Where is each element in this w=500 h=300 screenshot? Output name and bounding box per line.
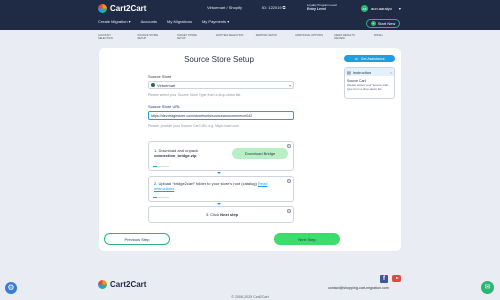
footer-logo[interactable]: Cart2Cart <box>98 280 146 289</box>
step-mapping-setup[interactable]: Mapping Setup <box>256 34 284 40</box>
nav-accounts[interactable]: Accounts <box>141 19 157 24</box>
user-name: aun.aaralyo <box>371 6 392 11</box>
chevron-down-icon: ▾ <box>398 6 401 11</box>
start-new-button[interactable]: + Start New <box>366 19 400 28</box>
page-title: Source Store Setup <box>184 55 254 64</box>
gear-icon[interactable]: ⚙ <box>5 282 17 294</box>
top-bar: Cart2Cart Create Migration ▾ Accounts My … <box>0 0 500 30</box>
previous-step-button[interactable]: Previous Step <box>104 233 170 245</box>
bridge-progress <box>153 197 169 198</box>
nav-create-migration[interactable]: Create Migration ▾ <box>98 19 131 24</box>
contact-email[interactable]: contact@shopping-cart-migration.com <box>328 286 389 290</box>
store-info: Virtuemart / Shopify <box>207 5 243 10</box>
instruction-panel: ▤ Instruction × Source Cart Please selec… <box>344 67 395 99</box>
bridge-progress <box>153 166 169 167</box>
chat-icon[interactable]: ✉ <box>481 281 494 294</box>
source-url-input[interactable]: https://dev.magestore.com/storefronts/so… <box>148 111 294 120</box>
youtube-icon[interactable] <box>392 275 401 282</box>
migration-id: ID: 122019 ⧉ <box>262 5 286 10</box>
nav-my-payments[interactable]: My Payments ▾ <box>202 19 229 24</box>
logo-mark-icon <box>98 4 107 13</box>
instruction-text: Please select your Source Cart type from… <box>347 83 389 91</box>
loyalty-level[interactable]: Loyalty Program Level Entry Level <box>307 3 337 11</box>
main-nav: Create Migration ▾ Accounts My Migrations… <box>98 19 229 24</box>
get-assistance-button[interactable]: ☏ Get Assistance <box>344 55 395 62</box>
source-url-label: Source Store URL <box>148 104 181 109</box>
step-account-selection[interactable]: Account Selection <box>98 34 126 40</box>
step-source-store-setup[interactable]: Source Store Setup <box>137 34 165 40</box>
virtuemart-icon <box>151 83 155 87</box>
info-icon[interactable]: i <box>287 144 291 148</box>
bridge-step-1: i 1. Download and unpack connection_brid… <box>148 141 294 171</box>
arrow-down-icon <box>217 172 221 174</box>
headset-icon: ☏ <box>354 56 359 61</box>
migration-steps: Account Selection Source Store Setup Tar… <box>98 34 402 40</box>
next-step-button[interactable]: Next Step <box>274 233 340 245</box>
avatar: AS <box>361 5 368 12</box>
download-bridge-button[interactable]: Download Bridge <box>232 148 288 159</box>
bridge-step-2: i 2. Upload “bridge2cart” folder to your… <box>148 176 294 202</box>
social-links: f <box>380 275 401 283</box>
chevron-down-icon: ▾ <box>288 82 291 88</box>
user-menu[interactable]: AS aun.aaralyo ▾ <box>361 5 401 12</box>
main-panel: Source Store Setup Source Store Virtuema… <box>99 48 401 251</box>
nav-my-migrations[interactable]: My Migrations <box>167 19 192 24</box>
step-finish[interactable]: Finish <box>374 34 402 40</box>
plus-icon: + <box>370 21 376 26</box>
step-entities-selection[interactable]: Entities Selection <box>216 34 244 40</box>
source-store-label: Source Store <box>148 74 172 79</box>
copy-icon: ⧉ <box>282 5 286 10</box>
facebook-icon[interactable]: f <box>380 275 388 283</box>
source-url-hint: Please, provide your Source Cart URL e.g… <box>148 124 240 128</box>
source-store-hint: Please select your Source Store Type fro… <box>148 93 242 97</box>
step-additional-options[interactable]: Additional Options <box>295 34 323 40</box>
step-target-store-setup[interactable]: Target Store Setup <box>177 34 205 40</box>
source-store-select[interactable]: Virtuemart ▾ <box>148 81 294 89</box>
copyright: © 2008-2025 Cart2Cart <box>231 295 269 299</box>
logo-text: Cart2Cart <box>110 4 147 13</box>
document-icon: ▤ <box>347 69 351 75</box>
arrow-down-icon <box>217 203 221 205</box>
logo-mark-icon <box>98 280 107 289</box>
logo[interactable]: Cart2Cart <box>98 4 146 13</box>
close-icon[interactable]: × <box>390 70 392 75</box>
bridge-step-3: i 3. Click Next step <box>148 206 294 223</box>
step-demo-results-review[interactable]: Demo Results Review <box>335 34 363 40</box>
